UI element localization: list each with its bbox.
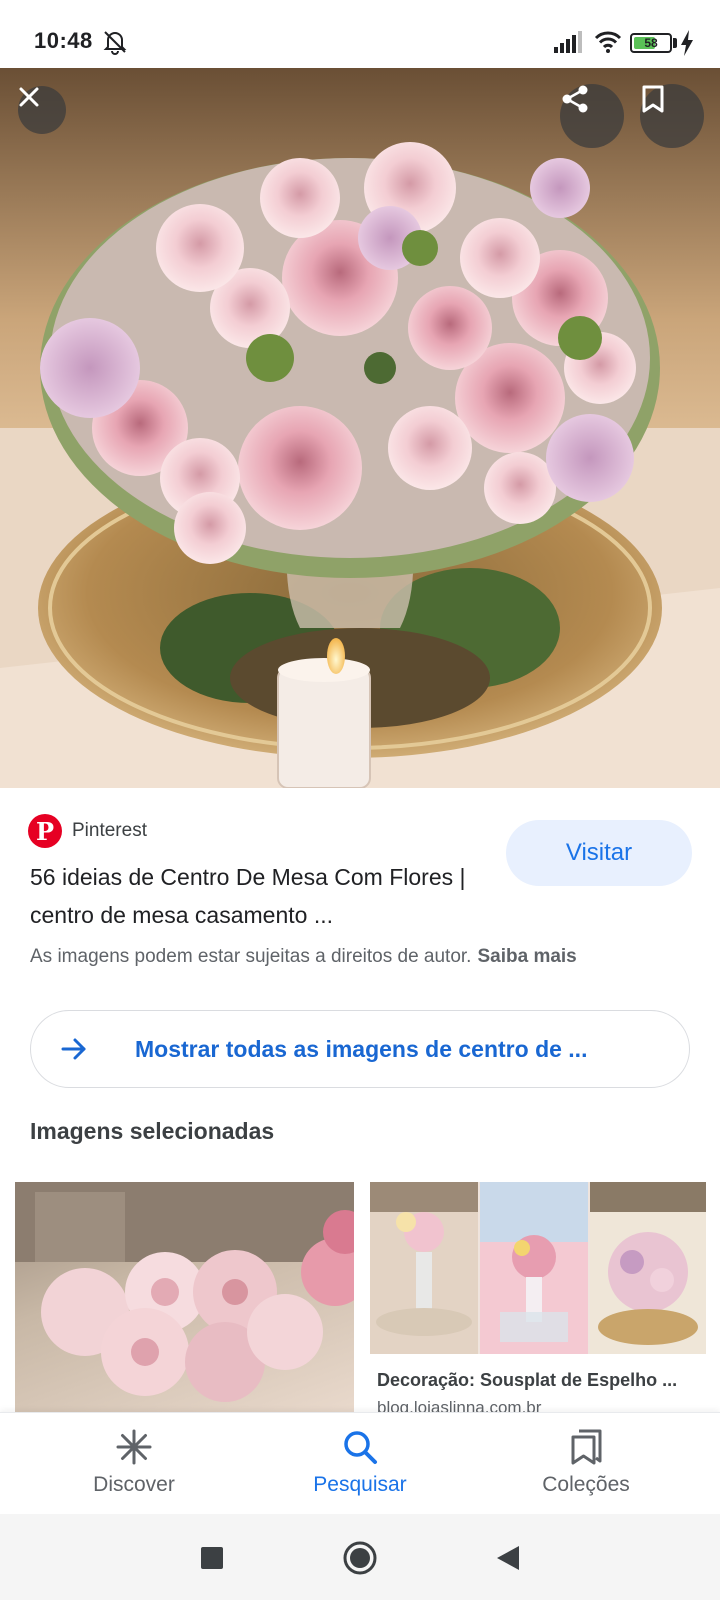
result-title[interactable]: 56 ideias de Centro De Mesa Com Flores |… (30, 858, 490, 934)
asterisk-icon (116, 1429, 152, 1465)
related-image-1[interactable] (15, 1182, 354, 1412)
collections-icon (571, 1429, 602, 1465)
copyright-text: As imagens podem estar sujeitas a direit… (30, 946, 472, 967)
wifi-icon (594, 31, 622, 53)
bookmark-icon (642, 85, 664, 113)
hero-image[interactable] (0, 68, 720, 788)
status-time: 10:48 (34, 28, 93, 53)
battery-icon: 58 (630, 33, 672, 53)
arrow-right-icon (61, 1038, 86, 1060)
related-image-2-domain: blog.lojaslinna.com.br (377, 1398, 542, 1412)
show-all-images-label: Mostrar todas as imagens de centro de ..… (135, 1035, 588, 1062)
learn-more-link[interactable]: Saiba mais (477, 946, 576, 967)
system-navigation-bar (0, 1514, 720, 1600)
share-button[interactable] (560, 84, 624, 148)
square-icon (201, 1547, 223, 1569)
visit-button[interactable]: Visitar (506, 820, 692, 886)
show-all-images-button[interactable]: Mostrar todas as imagens de centro de ..… (30, 1010, 690, 1088)
copyright-notice: As imagens podem estar sujeitas a direit… (30, 946, 710, 968)
home-button[interactable] (342, 1540, 378, 1576)
battery-level: 58 (644, 36, 658, 50)
flower-arrangement-image (0, 142, 720, 788)
recent-apps-button[interactable] (194, 1540, 230, 1576)
bookmark-button[interactable] (640, 84, 704, 148)
nav-collections-label: Coleções (542, 1473, 630, 1496)
nav-search[interactable]: Pesquisar (260, 1413, 460, 1515)
roses-thumbnail (15, 1182, 354, 1402)
search-icon (344, 1431, 377, 1464)
close-button[interactable] (18, 86, 66, 134)
status-bar: 10:48 58 (0, 0, 720, 68)
table-decor-thumbnail (370, 1182, 706, 1354)
back-triangle-icon (497, 1546, 519, 1570)
home-circle-icon (343, 1541, 377, 1575)
nav-discover[interactable]: Discover (34, 1413, 234, 1515)
share-icon (562, 85, 588, 113)
source-name: Pinterest (72, 820, 147, 841)
charging-icon (681, 30, 693, 56)
nav-search-label: Pesquisar (313, 1473, 407, 1496)
source-row[interactable]: P Pinterest (28, 814, 147, 848)
battery-cap (673, 38, 677, 48)
related-image-2-caption[interactable]: Decoração: Sousplat de Espelho ... (377, 1370, 707, 1391)
back-button[interactable] (490, 1540, 526, 1576)
pinterest-logo-icon: P (28, 814, 62, 848)
bottom-navigation: Discover Pesquisar Coleções (0, 1412, 720, 1514)
close-icon (19, 87, 39, 107)
related-image-2[interactable] (370, 1182, 706, 1354)
nav-discover-label: Discover (93, 1473, 175, 1496)
bell-off-icon (103, 31, 127, 55)
nav-collections[interactable]: Coleções (486, 1413, 686, 1515)
signal-icon (554, 31, 582, 53)
section-title: Imagens selecionadas (30, 1118, 275, 1144)
